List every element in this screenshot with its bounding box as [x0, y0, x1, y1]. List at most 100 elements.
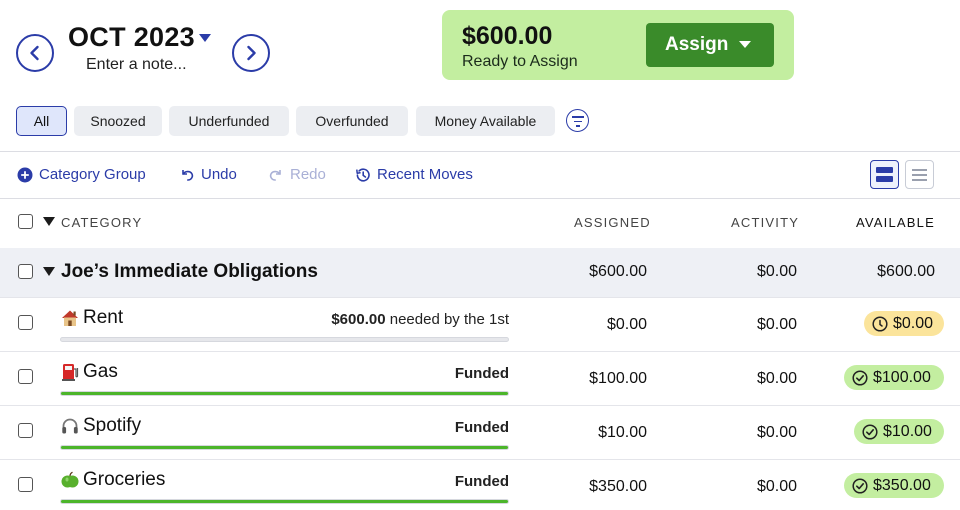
apple-icon — [60, 470, 80, 490]
compact-view-button[interactable] — [905, 160, 934, 189]
available-amount: $350.00 — [873, 476, 931, 494]
available-pill[interactable]: $100.00 — [844, 365, 944, 390]
goal-text: Funded — [454, 419, 509, 436]
filter-overfunded[interactable]: Overfunded — [296, 106, 408, 136]
chevron-right-icon — [247, 45, 256, 61]
activity-amount[interactable]: $0.00 — [757, 424, 797, 442]
goal-status: Funded — [455, 365, 509, 382]
select-all-checkbox[interactable] — [18, 214, 33, 229]
previous-month-button[interactable] — [16, 34, 54, 72]
goal-progress-track — [60, 337, 509, 342]
goal-text: Funded — [454, 473, 509, 490]
available-pill[interactable]: $0.00 — [864, 311, 944, 336]
headphones-icon — [60, 416, 80, 436]
group-name[interactable]: Joe’s Immediate Obligations — [61, 261, 318, 283]
assigned-amount[interactable]: $100.00 — [589, 370, 647, 388]
category-name[interactable]: Rent — [60, 307, 123, 329]
filter-money-available[interactable]: Money Available — [416, 106, 555, 136]
available-pill[interactable]: $350.00 — [844, 473, 944, 498]
undo-label: Undo — [201, 166, 237, 183]
category-name[interactable]: Groceries — [60, 469, 165, 491]
recent-moves-button[interactable]: Recent Moves — [355, 166, 473, 183]
caret-down-icon — [739, 41, 751, 48]
month-note-field[interactable]: Enter a note... — [86, 56, 187, 74]
category-row[interactable]: Groceries Funded $350.00 $0.00 $350.00 — [0, 460, 960, 510]
redo-icon — [269, 169, 281, 181]
assigned-amount[interactable]: $0.00 — [607, 316, 647, 334]
available-amount: $0.00 — [893, 314, 934, 332]
filter-underfunded[interactable]: Underfunded — [169, 106, 289, 136]
history-icon — [356, 167, 370, 182]
month-dropdown-icon[interactable] — [199, 34, 211, 42]
category-name[interactable]: Gas — [60, 361, 118, 383]
divider — [0, 151, 960, 152]
group-collapse-icon[interactable] — [43, 267, 55, 276]
clock-icon — [872, 315, 888, 332]
category-name-label: Rent — [83, 307, 124, 328]
ready-to-assign-amount: $600.00 — [462, 22, 553, 50]
ready-to-assign-label: Ready to Assign — [462, 53, 578, 70]
goal-status: Funded — [455, 473, 509, 490]
assigned-amount[interactable]: $350.00 — [589, 478, 647, 496]
check-circle-icon — [852, 369, 868, 386]
house-icon — [60, 308, 80, 328]
goal-amount: $600.00 — [331, 311, 386, 328]
row-checkbox[interactable] — [18, 369, 33, 384]
goal-text: Funded — [454, 365, 509, 382]
row-checkbox[interactable] — [18, 423, 33, 438]
available-amount: $100.00 — [873, 368, 931, 386]
month-title[interactable]: OCT 2023 — [68, 22, 195, 53]
group-activity: $0.00 — [756, 263, 797, 280]
category-name[interactable]: Spotify — [60, 415, 141, 437]
check-circle-icon — [852, 477, 868, 494]
activity-amount[interactable]: $0.00 — [757, 370, 797, 388]
activity-amount[interactable]: $0.00 — [757, 316, 797, 334]
row-checkbox[interactable] — [18, 315, 33, 330]
chevron-left-icon — [30, 45, 39, 61]
goal-progress-fill — [61, 500, 508, 503]
assign-button[interactable]: Assign — [646, 23, 774, 67]
available-pill[interactable]: $10.00 — [854, 419, 944, 444]
goal-text: needed by the 1st — [385, 311, 509, 328]
filter-settings-icon[interactable] — [566, 109, 589, 132]
category-row[interactable]: Gas Funded $100.00 $0.00 $100.00 — [0, 352, 960, 406]
assign-button-label: Assign — [665, 34, 729, 55]
goal-progress-fill — [61, 446, 508, 449]
redo-label: Redo — [290, 166, 326, 183]
activity-column-header[interactable]: ACTIVITY — [731, 215, 799, 230]
redo-button[interactable]: Redo — [268, 166, 326, 183]
available-column-header[interactable]: AVAILABLE — [856, 215, 935, 230]
row-checkbox[interactable] — [18, 477, 33, 492]
group-available: $600.00 — [877, 263, 935, 280]
goal-progress-fill — [61, 392, 508, 395]
collapse-all-icon[interactable] — [43, 217, 55, 226]
assigned-amount[interactable]: $10.00 — [598, 424, 647, 442]
category-column-header[interactable]: CATEGORY — [61, 215, 142, 230]
check-circle-icon — [862, 423, 878, 440]
activity-amount[interactable]: $0.00 — [757, 478, 797, 496]
filter-all[interactable]: All — [16, 106, 67, 136]
fuel-pump-icon — [60, 362, 80, 382]
goal-progress-track — [60, 391, 509, 396]
goal-progress-track — [60, 499, 509, 504]
expanded-rows-icon — [876, 167, 893, 182]
category-name-label: Spotify — [83, 415, 142, 436]
group-checkbox[interactable] — [18, 264, 33, 279]
assigned-column-header[interactable]: ASSIGNED — [574, 215, 651, 230]
filter-snoozed[interactable]: Snoozed — [74, 106, 162, 136]
undo-button[interactable]: Undo — [179, 166, 237, 183]
category-group-row[interactable]: Joe’s Immediate Obligations $600.00 $0.0… — [0, 248, 960, 297]
category-name-label: Groceries — [83, 469, 166, 490]
recent-moves-label: Recent Moves — [377, 166, 473, 183]
add-category-group-button[interactable]: Category Group — [17, 166, 146, 183]
goal-status: Funded — [455, 419, 509, 436]
category-row[interactable]: Spotify Funded $10.00 $0.00 $10.00 — [0, 406, 960, 460]
compact-rows-icon — [912, 168, 927, 181]
ready-to-assign-panel: $600.00 Ready to Assign Assign — [442, 10, 794, 80]
category-group-label: Category Group — [39, 166, 146, 183]
expanded-view-button[interactable] — [870, 160, 899, 189]
next-month-button[interactable] — [232, 34, 270, 72]
goal-status: $600.00 needed by the 1st — [331, 311, 509, 328]
category-row[interactable]: Rent $600.00 needed by the 1st $0.00 $0.… — [0, 298, 960, 352]
category-name-label: Gas — [83, 361, 118, 382]
